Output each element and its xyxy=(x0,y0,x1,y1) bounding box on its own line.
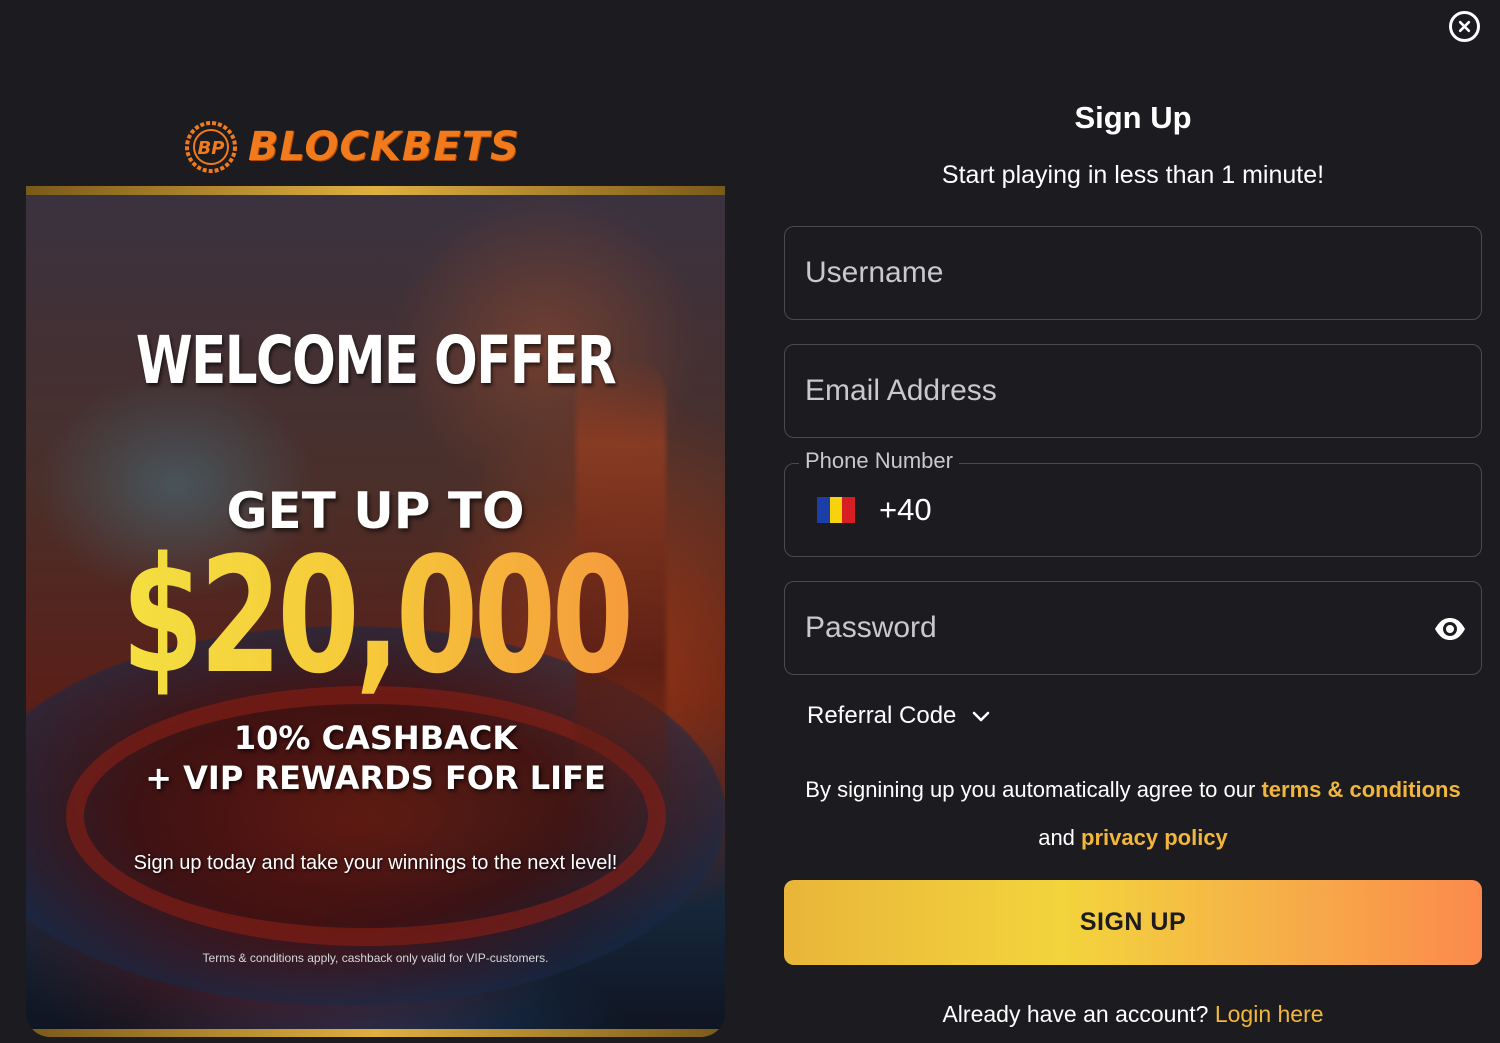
phone-label: Phone Number xyxy=(799,448,959,474)
chevron-down-icon xyxy=(973,711,990,722)
promo-cashback-line2: + VIP REWARDS FOR LIFE xyxy=(145,759,606,797)
phone-field[interactable]: Phone Number +40 xyxy=(784,448,1482,557)
promo-top-border xyxy=(26,186,725,195)
referral-code-label: Referral Code xyxy=(807,702,957,729)
terms-link[interactable]: terms & conditions xyxy=(1261,777,1460,802)
signup-modal: BP BLOCKBETS WELCOME OFFER GET UP TO $20… xyxy=(0,0,1500,1043)
agreement-and: and xyxy=(1038,825,1075,850)
privacy-link[interactable]: privacy policy xyxy=(1081,825,1228,850)
brand-logo: BP BLOCKBETS xyxy=(184,120,520,174)
svg-text:BP: BP xyxy=(198,138,225,159)
referral-code-toggle[interactable]: Referral Code xyxy=(807,702,992,730)
email-input[interactable] xyxy=(805,374,1461,408)
promo-banner: WELCOME OFFER GET UP TO $20,000 10% CASH… xyxy=(26,186,725,1037)
login-link[interactable]: Login here xyxy=(1215,1001,1324,1027)
signup-button[interactable]: SIGN UP xyxy=(784,880,1482,965)
username-field[interactable] xyxy=(784,226,1482,320)
eye-icon[interactable] xyxy=(1433,612,1467,646)
username-input[interactable] xyxy=(805,256,1461,290)
email-field[interactable] xyxy=(784,344,1482,438)
promo-cashback-line1: 10% CASHBACK xyxy=(233,719,518,757)
promo-terms-note: Terms & conditions apply, cashback only … xyxy=(202,951,549,965)
password-field[interactable] xyxy=(784,581,1482,675)
promo-cashback: 10% CASHBACK + VIP REWARDS FOR LIFE xyxy=(26,718,725,798)
promo-amount: $20,000 xyxy=(117,526,634,706)
brand-name: BLOCKBETS xyxy=(248,124,520,170)
form-subtitle: Start playing in less than 1 minute! xyxy=(941,161,1325,189)
have-account-text: Already have an account? xyxy=(942,1001,1209,1027)
blockbets-logo-icon: BP xyxy=(185,121,237,173)
password-input[interactable] xyxy=(805,611,1461,645)
close-icon[interactable] xyxy=(1449,11,1480,42)
promo-tagline: Sign up today and take your winnings to … xyxy=(133,852,618,874)
agreement-text: By signining up you automatically agree … xyxy=(784,766,1482,862)
romania-flag-icon[interactable] xyxy=(817,497,856,523)
promo-headline: WELCOME OFFER xyxy=(135,322,617,399)
promo-bottom-border xyxy=(26,1029,725,1037)
agreement-prefix: By signining up you automatically agree … xyxy=(805,777,1256,802)
login-prompt: Already have an account? Login here xyxy=(784,1001,1482,1028)
phone-country-code: +40 xyxy=(879,492,932,527)
form-title: Sign Up xyxy=(1074,100,1192,135)
